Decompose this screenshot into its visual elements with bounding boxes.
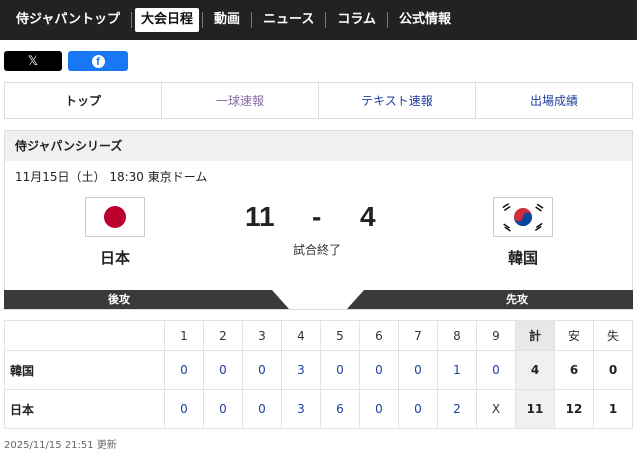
series-title: 侍ジャパンシリーズ (5, 131, 632, 161)
inning-score[interactable]: 0 (359, 389, 399, 429)
inning-score[interactable]: 0 (476, 350, 516, 390)
table-row: 韓国 0 0 0 3 0 0 0 1 0 4 6 0 (4, 350, 633, 390)
share-facebook-button[interactable]: f (68, 51, 128, 71)
share-x-button[interactable]: 𝕏 (4, 51, 62, 71)
nav-divider (251, 12, 253, 28)
inning-score: X (476, 389, 516, 429)
inning-header: 7 (398, 320, 438, 351)
hits-header: 安 (554, 320, 594, 351)
nav-divider (387, 12, 389, 28)
top-nav: 侍ジャパントップ 大会日程 動画 ニュース コラム 公式情報 (0, 0, 637, 40)
updated-timestamp: 2025/11/15 21:51 更新 (4, 440, 117, 451)
away-team-name: 韓国 (507, 249, 538, 267)
nav-item-news[interactable]: ニュース (255, 8, 322, 32)
inning-score[interactable]: 0 (398, 350, 438, 390)
inning-score[interactable]: 0 (203, 389, 243, 429)
tab-top[interactable]: トップ (5, 83, 161, 118)
inning-header: 8 (437, 320, 477, 351)
nav-item-official[interactable]: 公式情報 (391, 8, 459, 32)
inning-score[interactable]: 0 (320, 350, 360, 390)
nav-divider (325, 12, 327, 28)
batting-first-label: 先攻 (506, 293, 528, 306)
inning-score[interactable]: 6 (320, 389, 360, 429)
inning-score[interactable]: 1 (437, 350, 477, 390)
hits-total: 12 (554, 389, 594, 429)
nav-item-samurai-top[interactable]: 侍ジャパントップ (8, 8, 128, 32)
hits-total: 6 (554, 350, 594, 390)
row-team-name: 韓国 (4, 350, 165, 390)
korea-flag-icon (493, 197, 553, 237)
nav-item-column[interactable]: コラム (329, 8, 384, 32)
runs-total: 11 (515, 389, 555, 429)
scoreboard-header: 1 2 3 4 5 6 7 8 9 計 安 失 (4, 320, 633, 351)
japan-flag-icon (85, 197, 145, 237)
inning-score[interactable]: 2 (437, 389, 477, 429)
inning-header: 5 (320, 320, 360, 351)
inning-score[interactable]: 3 (281, 389, 321, 429)
row-team-name: 日本 (4, 389, 165, 429)
nav-item-schedule[interactable]: 大会日程 (135, 8, 200, 32)
game-info: 11月15日（土） 18:30 東京ドーム (15, 170, 208, 184)
inning-header: 2 (203, 320, 243, 351)
inning-header: 1 (164, 320, 204, 351)
runs-total: 4 (515, 350, 555, 390)
batting-second-band: 後攻 (4, 290, 272, 309)
errors-header: 失 (593, 320, 633, 351)
nav-divider (202, 12, 204, 28)
home-score: 11 (245, 201, 275, 232)
batting-second-label: 後攻 (108, 293, 130, 306)
nav-divider (131, 12, 133, 28)
nav-item-video[interactable]: 動画 (206, 8, 248, 32)
score-separator: - (312, 201, 322, 232)
game-card: 侍ジャパンシリーズ 11月15日（土） 18:30 東京ドーム 日本 韓国 11… (4, 130, 633, 310)
team-column-header (4, 320, 165, 351)
inning-score[interactable]: 0 (242, 350, 282, 390)
inning-score[interactable]: 0 (242, 389, 282, 429)
inning-header: 6 (359, 320, 399, 351)
inning-score[interactable]: 0 (359, 350, 399, 390)
table-row: 日本 0 0 0 3 6 0 0 2 X 11 12 1 (4, 389, 633, 429)
inning-score[interactable]: 0 (203, 350, 243, 390)
errors-total: 1 (593, 389, 633, 429)
inning-score[interactable]: 3 (281, 350, 321, 390)
inning-score[interactable]: 0 (164, 389, 204, 429)
home-team-name: 日本 (99, 249, 130, 267)
tab-player-stats[interactable]: 出場成績 (475, 83, 632, 118)
away-score: 4 (360, 201, 376, 232)
batting-first-band: 先攻 (364, 290, 633, 309)
inning-header: 3 (242, 320, 282, 351)
tab-text-live[interactable]: テキスト速報 (318, 83, 475, 118)
tab-pitch-by-pitch[interactable]: 一球速報 (161, 83, 318, 118)
errors-total: 0 (593, 350, 633, 390)
runs-header: 計 (515, 320, 555, 351)
inning-score[interactable]: 0 (398, 389, 438, 429)
game-tabs: トップ 一球速報 テキスト速報 出場成績 (4, 82, 633, 119)
inning-header: 4 (281, 320, 321, 351)
facebook-icon: f (91, 54, 105, 68)
game-status: 試合終了 (293, 243, 342, 257)
x-logo-icon: 𝕏 (27, 53, 39, 68)
scoreboard: 1 2 3 4 5 6 7 8 9 計 安 失 韓国 0 0 0 3 0 0 0… (4, 320, 633, 429)
inning-header: 9 (476, 320, 516, 351)
inning-score[interactable]: 0 (164, 350, 204, 390)
